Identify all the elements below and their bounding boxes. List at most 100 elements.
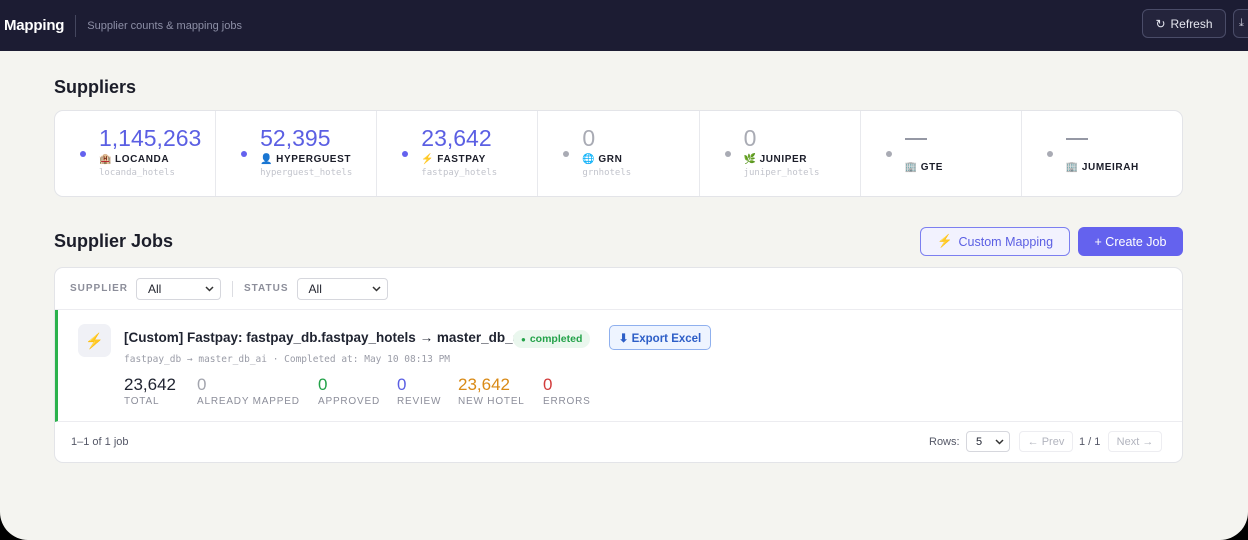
status-dot [402, 151, 409, 157]
refresh-icon: ↻ [1155, 16, 1166, 31]
top-bar: Mapping Supplier counts & mapping jobs ↻… [0, 0, 1248, 51]
supplier-card-hyperguest[interactable]: 52,395 👤 HYPERGUEST hyperguest_hotels [216, 111, 378, 196]
supplier-table: fastpay_hotels [421, 168, 498, 178]
supplier-cards: 1,145,263 🏨 LOCANDA locanda_hotels 52,395… [54, 110, 1183, 197]
status-dot [563, 151, 570, 157]
stat-label: ALREADY MAPPED [197, 396, 300, 407]
pagination-range: 1–1 of 1 job [71, 436, 129, 448]
stat-value: 23,642 [124, 375, 176, 394]
download-button[interactable]: ⤓ [1233, 9, 1248, 38]
status-label: completed [529, 333, 583, 345]
building-icon: 🏢 [1065, 162, 1079, 173]
app-title: Mapping [4, 17, 65, 34]
supplier-card-gte[interactable]: 🏢 GTE [861, 111, 1022, 196]
supplier-name: 🌿 JUNIPER [743, 154, 808, 165]
supplier-name: ⚡ FASTPAY [421, 154, 486, 165]
supplier-card-grn[interactable]: 0 🌐 GRN grnhotels [538, 111, 700, 196]
prev-page-button[interactable]: ← Prev [1019, 431, 1073, 452]
lightning-icon: ⚡ [421, 154, 435, 165]
chevron-down-icon [372, 285, 381, 292]
stat-errors: 0 ERRORS [543, 375, 591, 407]
stat-new-hotel: 23,642 NEW HOTEL [458, 375, 525, 407]
jobs-heading: Supplier Jobs [54, 231, 174, 251]
next-page-button[interactable]: Next → [1108, 431, 1162, 452]
custom-mapping-button[interactable]: ⚡ Custom Mapping [920, 227, 1070, 256]
supplier-table: locanda_hotels [99, 168, 175, 178]
stat-value: 0 [397, 375, 407, 394]
job-row[interactable]: ⚡ [Custom] Fastpay: fastpay_db.fastpay_h… [55, 310, 1182, 422]
stat-review: 0 REVIEW [397, 375, 441, 407]
stat-value: 23,642 [458, 375, 510, 394]
export-excel-button[interactable]: ⬇ Export Excel [609, 325, 711, 350]
stat-label: REVIEW [397, 396, 442, 407]
lightning-icon: ⚡ [936, 234, 953, 248]
empty-count-dash [1065, 138, 1088, 140]
rows-per-page-select[interactable]: 5 [966, 431, 1010, 452]
supplier-name: 👤 HYPERGUEST [260, 154, 352, 165]
status-dot [724, 151, 731, 157]
supplier-name: 🏢 JUMEIRAH [1065, 162, 1139, 173]
supplier-count: 0 [582, 125, 596, 151]
stat-label: ERRORS [543, 396, 591, 407]
status-filter-value: All [308, 281, 322, 296]
chevron-down-icon [205, 285, 214, 292]
supplier-table: hyperguest_hotels [260, 168, 353, 178]
supplier-name: 🌐 GRN [582, 154, 623, 165]
page-indicator: 1 / 1 [1079, 436, 1101, 448]
lightning-icon: ⚡ [78, 324, 111, 357]
supplier-table: juniper_hotels [743, 168, 820, 178]
status-dot-icon: ● [521, 334, 526, 344]
chevron-down-icon [995, 438, 1004, 445]
download-icon: ⤓ [1239, 17, 1244, 29]
supplier-count: 52,395 [260, 125, 331, 151]
supplier-card-juniper[interactable]: 0 🌿 JUNIPER juniper_hotels [700, 111, 861, 196]
stat-value: 0 [318, 375, 328, 394]
app-window: Mapping Supplier counts & mapping jobs ↻… [0, 0, 1248, 540]
stat-label: APPROVED [318, 396, 380, 407]
supplier-card-fastpay[interactable]: 23,642 ⚡ FASTPAY fastpay_hotels [377, 111, 539, 196]
supplier-filter-select[interactable]: All [136, 277, 222, 300]
header-divider [75, 14, 77, 37]
refresh-button[interactable]: ↻ Refresh [1142, 9, 1226, 38]
job-meta: fastpay_db → master_db_ai · Completed at… [124, 354, 451, 365]
job-filters: SUPPLIER All STATUS All [55, 268, 1182, 310]
supplier-filter-value: All [148, 281, 162, 296]
stat-value: 0 [543, 375, 553, 394]
supplier-filter-label: SUPPLIER [70, 283, 129, 294]
supplier-table: grnhotels [582, 168, 632, 178]
job-title: [Custom] Fastpay: fastpay_db.fastpay_hot… [124, 330, 524, 345]
suppliers-heading: Suppliers [54, 77, 137, 97]
app-subtitle: Supplier counts & mapping jobs [87, 19, 242, 32]
empty-count-dash [904, 138, 927, 140]
supplier-count: 0 [743, 125, 757, 151]
building-icon: 🏢 [904, 162, 918, 173]
jobs-panel: SUPPLIER All STATUS All ⚡ [Custom] Fastp… [54, 267, 1183, 463]
person-icon: 👤 [260, 154, 274, 165]
rows-value: 5 [976, 435, 983, 448]
supplier-card-jumeirah[interactable]: 🏢 JUMEIRAH [1022, 111, 1182, 196]
hotel-icon: 🏨 [99, 154, 113, 165]
plant-icon: 🌿 [743, 154, 757, 165]
stat-approved: 0 APPROVED [318, 375, 380, 407]
supplier-name: 🏨 LOCANDA [99, 154, 170, 165]
status-filter-select[interactable]: All [296, 277, 388, 300]
custom-mapping-label: Custom Mapping [958, 234, 1054, 249]
pagination: 1–1 of 1 job Rows: 5 ← Prev 1 / 1 Next → [55, 423, 1182, 462]
status-dot [241, 151, 248, 157]
status-dot [80, 151, 86, 157]
stat-already-mapped: 0 ALREADY MAPPED [197, 375, 300, 407]
status-dot [885, 151, 892, 157]
supplier-count: 23,642 [421, 125, 492, 151]
supplier-card-locanda[interactable]: 1,145,263 🏨 LOCANDA locanda_hotels [55, 111, 217, 196]
stat-label: TOTAL [124, 396, 160, 407]
create-job-button[interactable]: + Create Job [1078, 227, 1183, 256]
status-filter-label: STATUS [244, 283, 289, 294]
rows-label: Rows: [929, 436, 960, 448]
supplier-name: 🏢 GTE [904, 162, 944, 173]
status-dot [1046, 151, 1053, 157]
stat-total: 23,642 TOTAL [124, 375, 176, 407]
supplier-count: 1,145,263 [99, 125, 202, 151]
filter-divider [232, 280, 234, 297]
stat-value: 0 [197, 375, 207, 394]
globe-icon: 🌐 [582, 154, 596, 165]
